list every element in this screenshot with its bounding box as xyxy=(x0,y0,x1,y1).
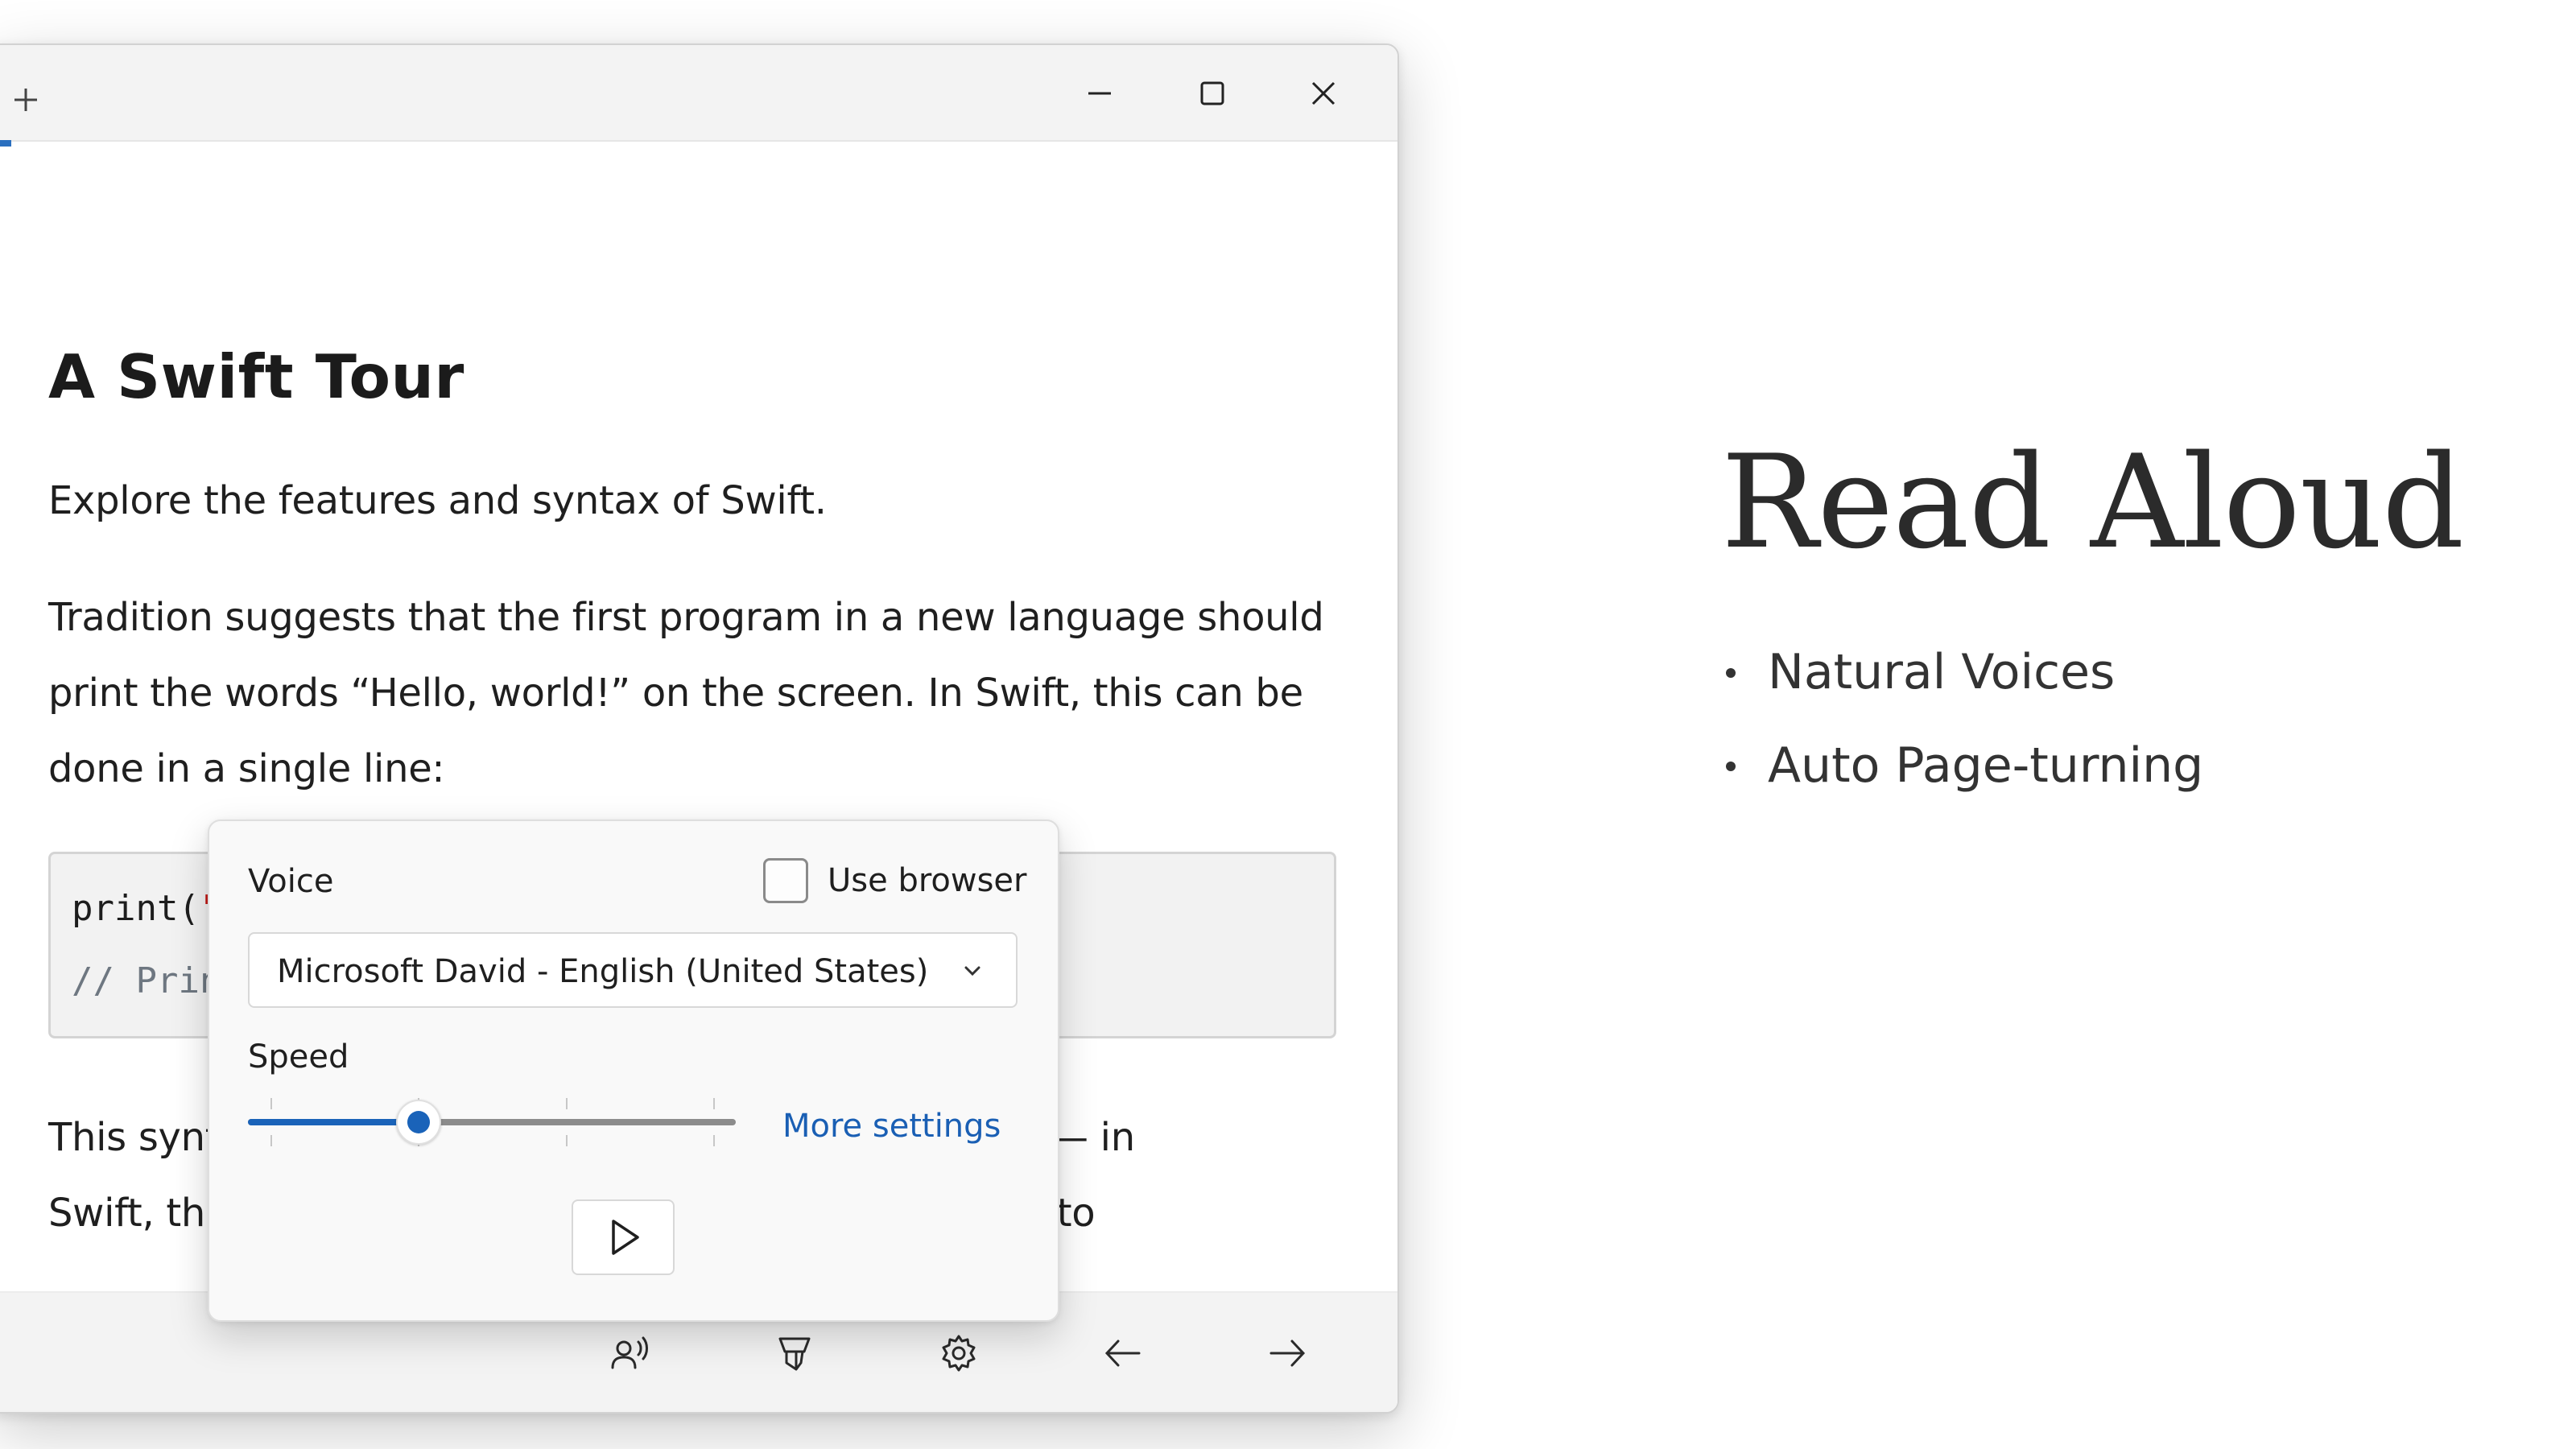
paragraph-line: done in a single line: xyxy=(48,746,445,791)
article-subtitle: Explore the features and syntax of Swift… xyxy=(48,478,827,523)
paragraph-line: print the words “Hello, world!” on the s… xyxy=(48,671,1303,716)
arrow-left-icon xyxy=(1104,1340,1141,1367)
plus-icon xyxy=(14,89,37,111)
voice-label: Voice xyxy=(248,863,334,900)
slider-fill xyxy=(248,1119,419,1125)
checkbox-box[interactable] xyxy=(763,858,808,903)
feature-item: Auto Page-turning xyxy=(1721,737,2203,831)
code-text: print( xyxy=(72,888,200,929)
minimize-button[interactable] xyxy=(1067,69,1132,118)
highlight-button[interactable] xyxy=(766,1325,823,1381)
read-aloud-popup: Voice Use browser Microsoft David - Engl… xyxy=(208,819,1059,1322)
maximize-icon xyxy=(1200,81,1224,105)
code-line: print(" xyxy=(72,888,221,929)
reader-window: A Swift Tour Explore the features and sy… xyxy=(0,43,1399,1414)
read-aloud-button[interactable] xyxy=(602,1325,658,1381)
chevron-down-icon xyxy=(964,966,980,976)
previous-page-button[interactable] xyxy=(1095,1325,1151,1381)
more-settings-link[interactable]: More settings xyxy=(782,1108,1001,1145)
voice-dropdown[interactable]: Microsoft David - English (United States… xyxy=(248,932,1018,1008)
close-icon xyxy=(1311,81,1335,105)
arrow-right-icon xyxy=(1269,1340,1306,1367)
speed-slider[interactable] xyxy=(248,1098,736,1146)
paragraph-line: Tradition suggests that the first progra… xyxy=(48,595,1324,640)
title-bar xyxy=(0,45,1397,142)
article-title: A Swift Tour xyxy=(48,341,464,412)
speed-label: Speed xyxy=(248,1038,349,1075)
gear-icon xyxy=(942,1335,976,1372)
highlighter-icon xyxy=(778,1337,811,1371)
voice-selected-value: Microsoft David - English (United States… xyxy=(277,953,929,990)
new-tab-button[interactable] xyxy=(10,84,42,116)
read-aloud-icon xyxy=(611,1336,648,1369)
close-button[interactable] xyxy=(1291,69,1356,118)
play-button[interactable] xyxy=(572,1199,675,1275)
use-browser-checkbox[interactable]: Use browser xyxy=(763,858,1026,903)
next-page-button[interactable] xyxy=(1259,1325,1315,1381)
settings-button[interactable] xyxy=(931,1325,987,1381)
slider-thumb[interactable] xyxy=(396,1100,442,1145)
play-icon xyxy=(612,1220,639,1255)
feature-item: Natural Voices xyxy=(1721,644,2203,737)
feature-title: Read Aloud xyxy=(1721,427,2464,577)
maximize-button[interactable] xyxy=(1180,69,1245,118)
code-comment: // Prin xyxy=(72,960,221,1001)
use-browser-label[interactable]: Use browser xyxy=(828,862,1026,899)
feature-list: Natural Voices Auto Page-turning xyxy=(1721,644,2203,831)
minimize-icon xyxy=(1088,92,1111,95)
article-paragraph: Tradition suggests that the first progra… xyxy=(48,580,1368,807)
